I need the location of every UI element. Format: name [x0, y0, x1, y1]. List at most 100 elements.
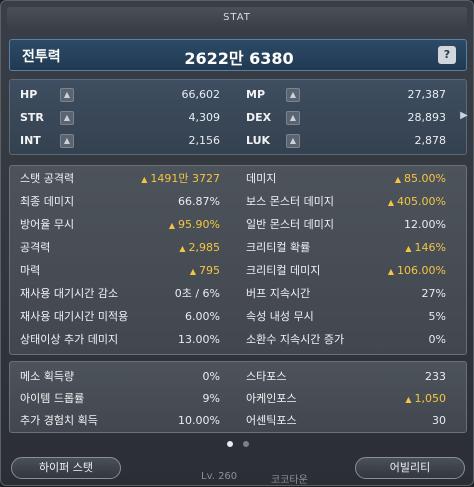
detail-row-right-1: 보스 몬스터 데미지 ▲ 405.00%: [246, 191, 446, 213]
stat-label: STR: [20, 111, 44, 124]
stat-value-text: 66,602: [181, 88, 221, 101]
stat-label: 상태이상 추가 데미지: [20, 333, 119, 346]
extra-row-left-0: 메소 획득량 0%: [20, 366, 220, 388]
stat-value-text: 85.00%: [404, 172, 446, 185]
stat-value: 2,156: [189, 130, 221, 152]
stat-value: 2,878: [415, 130, 447, 152]
stat-value: 27,387: [408, 84, 447, 106]
basic-row-right-2: LUK ▲ 2,878: [246, 130, 446, 152]
stat-value: ▲ 85.00%: [395, 168, 446, 191]
stat-value-text: 28,893: [407, 111, 447, 124]
plus-icon[interactable]: ▲: [286, 111, 300, 125]
detail-row-left-1: 최종 데미지 66.87%: [20, 191, 220, 213]
stat-value: 66,602: [182, 84, 221, 106]
stat-value-text: 6.00%: [185, 310, 220, 323]
up-arrow-icon: ▲: [179, 244, 186, 253]
stat-label: MP: [246, 88, 266, 101]
character-level: Lv. 260: [201, 471, 238, 482]
detail-row-left-5: 재사용 대기시간 감소 0초 / 6%: [20, 283, 220, 305]
stat-label: 추가 경험치 획득: [20, 414, 98, 427]
extra-row-right-2: 어센틱포스 30: [246, 410, 446, 432]
basic-row-left-0: HP ▲ 66,602: [20, 84, 220, 106]
stat-value: 0초 / 6%: [175, 283, 220, 305]
stat-value: 5%: [429, 306, 446, 328]
extra-row-right-1: 아케인포스 ▲ 1,050: [246, 388, 446, 410]
chevron-right-icon[interactable]: ▶: [459, 105, 469, 127]
stat-value-text: 2,878: [414, 134, 447, 147]
stat-label: 공격력: [20, 241, 51, 254]
stat-value: 4,309: [189, 107, 221, 129]
stat-window: STAT 전투력 2622만 6380 ? HP ▲ 66,602 STR ▲ 4,309…: [0, 0, 474, 486]
page-dot-1[interactable]: [227, 441, 234, 447]
stat-label: 버프 지속시간: [246, 287, 311, 300]
extra-row-right-0: 스타포스 233: [246, 366, 446, 388]
stat-label: LUK: [246, 134, 271, 147]
combat-power-bar: 전투력 2622만 6380 ?: [9, 39, 467, 71]
stat-value-text: 30: [432, 414, 446, 427]
up-arrow-icon: ▲: [405, 244, 412, 253]
up-arrow-icon: ▲: [189, 267, 196, 276]
stat-label: 어센틱포스: [246, 414, 297, 427]
stat-label: 재사용 대기시간 감소: [20, 287, 119, 300]
up-arrow-icon: ▲: [387, 198, 395, 207]
stat-value: 12.00%: [404, 214, 446, 236]
detail-row-left-3: 공격력 ▲ 2,985: [20, 237, 220, 259]
stat-value-text: 2,156: [188, 134, 221, 147]
help-button[interactable]: ?: [438, 46, 456, 64]
plus-icon[interactable]: ▲: [60, 111, 74, 125]
stat-label: 마력: [20, 264, 41, 277]
window-title: STAT: [7, 7, 467, 29]
stat-value-text: 405.00%: [397, 195, 446, 208]
stat-value: 0%: [203, 366, 220, 388]
stat-value-text: 27,387: [407, 88, 447, 101]
page-dot-2[interactable]: [242, 441, 249, 447]
detail-row-left-7: 상태이상 추가 데미지 13.00%: [20, 329, 220, 351]
stat-value-text: 1491만 3727: [150, 172, 220, 185]
plus-icon[interactable]: ▲: [286, 134, 300, 148]
stat-value-text: 12.00%: [404, 218, 446, 231]
basic-row-right-0: MP ▲ 27,387: [246, 84, 446, 106]
stat-label: 크리티컬 확률: [246, 241, 311, 254]
stat-value: ▲ 795: [190, 260, 220, 283]
plus-icon[interactable]: ▲: [286, 88, 300, 102]
detail-row-right-7: 소환수 지속시간 증가 0%: [246, 329, 446, 351]
hyper-stat-button[interactable]: 하이퍼 스탯: [11, 457, 121, 479]
server-name: 코코타운: [271, 475, 308, 486]
stat-value-text: 2,985: [188, 241, 221, 254]
stat-value: 27%: [422, 283, 446, 305]
stat-value: 0%: [429, 329, 446, 351]
stat-value: ▲ 1491만 3727: [141, 168, 220, 191]
detail-row-left-4: 마력 ▲ 795: [20, 260, 220, 282]
stat-value-text: 233: [425, 370, 446, 383]
extra-row-left-2: 추가 경험치 획득 10.00%: [20, 410, 220, 432]
basic-stats-panel: HP ▲ 66,602 STR ▲ 4,309 INT ▲ 2,156 MP ▲ 27,387 DEX ▲…: [9, 79, 467, 155]
stat-label: 크리티컬 데미지: [246, 264, 321, 277]
stat-value: ▲ 106.00%: [388, 260, 446, 283]
page-indicator: [1, 437, 474, 450]
stat-value: 28,893: [408, 107, 447, 129]
stat-value: ▲ 146%: [405, 237, 446, 260]
stat-value: 233: [425, 366, 446, 388]
stat-label: 메소 획득량: [20, 370, 75, 383]
detail-row-right-0: 데미지 ▲ 85.00%: [246, 168, 446, 190]
detail-row-right-3: 크리티컬 확률 ▲ 146%: [246, 237, 446, 259]
stat-value-text: 106.00%: [397, 264, 446, 277]
stat-value-text: 9%: [202, 392, 220, 405]
stat-label: 스탯 공격력: [20, 172, 75, 185]
plus-icon[interactable]: ▲: [60, 134, 74, 148]
plus-icon[interactable]: ▲: [60, 88, 74, 102]
stat-label: 방어율 무시: [20, 218, 75, 231]
up-arrow-icon: ▲: [394, 175, 402, 184]
stat-label: 일반 몬스터 데미지: [246, 218, 334, 231]
ability-button[interactable]: 어빌리티: [355, 457, 465, 479]
stat-label: 최종 데미지: [20, 195, 75, 208]
up-arrow-icon: ▲: [141, 175, 148, 184]
stat-value: 10.00%: [178, 410, 220, 432]
stat-value: 13.00%: [178, 329, 220, 351]
basic-row-left-2: INT ▲ 2,156: [20, 130, 220, 152]
stat-value: 6.00%: [185, 306, 220, 328]
up-arrow-icon: ▲: [405, 395, 412, 404]
extra-stats-panel: 메소 획득량 0% 아이템 드롭률 9% 추가 경험치 획득 10.00% 스타포스 233 아…: [9, 361, 467, 433]
detail-row-right-4: 크리티컬 데미지 ▲ 106.00%: [246, 260, 446, 282]
stat-value-text: 0%: [428, 333, 446, 346]
